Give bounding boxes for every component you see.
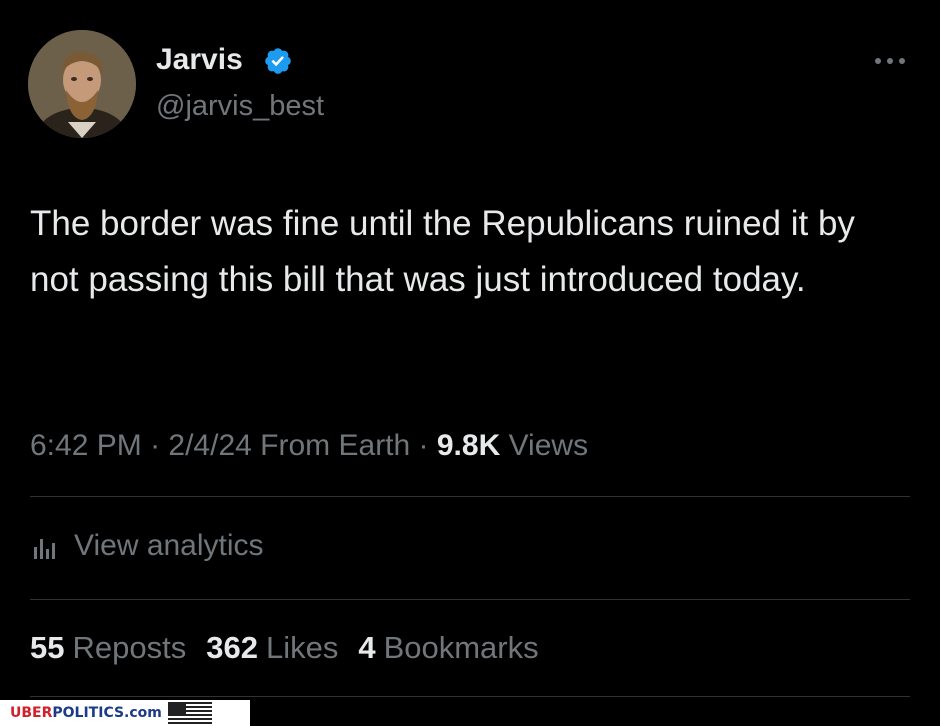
views-count: 9.8K [436,429,501,462]
us-flag-icon [167,702,212,724]
more-options-icon [875,58,905,64]
meta-separator: · [418,429,437,462]
reposts-label: Reposts [72,630,187,665]
engagement-stats: 55 Reposts 362 Likes 4 Bookmarks [30,628,539,668]
likes-count: 362 [206,630,258,665]
tweet-source: From Earth [260,429,411,462]
bookmarks-label: Bookmarks [383,630,539,665]
user-handle[interactable]: @jarvis_best [156,88,324,124]
divider [30,496,910,497]
display-name[interactable]: Jarvis [156,42,243,78]
likes-stat[interactable]: 362 Likes [206,628,338,668]
tweet-text: The border was fine until the Republican… [30,204,855,299]
tweet-metadata: 6:42 PM · 2/4/24 From Earth · 9.8K Views [30,426,588,466]
view-analytics-button[interactable]: View analytics [30,524,264,568]
reposts-stat[interactable]: 55 Reposts [30,628,186,668]
divider [30,696,910,697]
tweet-time[interactable]: 6:42 PM [30,429,142,462]
divider [30,599,910,600]
view-analytics-label: View analytics [74,529,264,562]
site-watermark: UBER POLITICS.com [0,700,250,726]
analytics-bar-chart-icon [34,539,55,559]
views-label: Views [508,429,589,462]
meta-separator: · [150,429,169,462]
watermark-uber: UBER [10,705,53,721]
bookmarks-stat[interactable]: 4 Bookmarks [358,628,538,668]
reposts-count: 55 [30,630,65,665]
more-options-button[interactable] [870,48,910,74]
bookmarks-count: 4 [358,630,376,665]
avatar[interactable] [28,30,136,138]
watermark-politics: POLITICS.com [52,705,162,721]
verified-badge-icon [265,48,291,74]
avatar-portrait [28,30,136,138]
tweet-date[interactable]: 2/4/24 [168,429,251,462]
likes-label: Likes [265,630,339,665]
